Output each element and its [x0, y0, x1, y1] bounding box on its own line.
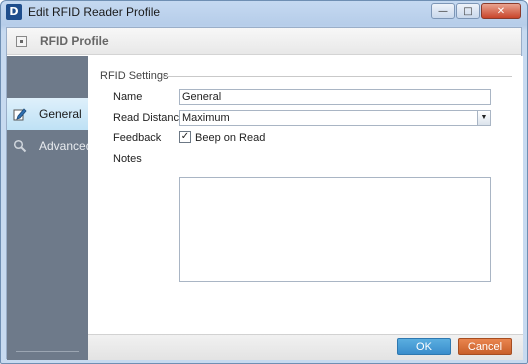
minimize-button[interactable]: — [431, 3, 455, 19]
sidebar: General Advanced [7, 56, 92, 360]
app-logo-icon: D [6, 4, 22, 20]
dialog-client-area: RFID Profile General Advanced RFID Setti… [6, 27, 523, 360]
profile-icon [16, 35, 27, 47]
beep-on-read-checkbox[interactable]: ✓ [179, 131, 191, 143]
window-controls: — □ ✕ [431, 3, 521, 19]
ok-button[interactable]: OK [397, 338, 451, 355]
sidebar-item-label: Advanced [39, 139, 93, 153]
chevron-down-icon[interactable]: ▼ [477, 111, 490, 125]
read-distance-value: Maximum [182, 112, 230, 124]
cancel-button[interactable]: Cancel [458, 338, 512, 355]
dialog-footer: OK Cancel [88, 334, 523, 360]
sidebar-item-general[interactable]: General [7, 98, 88, 130]
feedback-label: Feedback [113, 132, 162, 144]
name-input[interactable]: General [179, 89, 491, 105]
close-icon: ✕ [496, 5, 506, 17]
page-title: RFID Profile [40, 34, 109, 48]
notes-textarea[interactable] [179, 177, 491, 282]
read-distance-label: Read Distance [113, 112, 186, 124]
settings-panel: RFID Settings Name General Read Distance… [88, 56, 523, 334]
sidebar-item-advanced[interactable]: Advanced [7, 130, 92, 162]
sidebar-item-label: General [39, 107, 82, 121]
notes-label: Notes [113, 153, 142, 165]
group-divider [162, 76, 512, 77]
close-button[interactable]: ✕ [481, 3, 521, 19]
window-title: Edit RFID Reader Profile [28, 5, 161, 19]
magnifier-icon [13, 139, 27, 153]
dialog-window: D Edit RFID Reader Profile — □ ✕ RFID Pr… [0, 0, 528, 364]
beep-on-read-label[interactable]: Beep on Read [195, 132, 265, 144]
edit-icon [13, 107, 27, 121]
maximize-icon: □ [463, 5, 473, 17]
checkmark-icon: ✓ [180, 131, 190, 142]
title-bar[interactable]: D Edit RFID Reader Profile — □ ✕ [1, 1, 527, 23]
minimize-icon: — [438, 5, 448, 17]
maximize-button[interactable]: □ [456, 3, 480, 19]
profile-header: RFID Profile [7, 28, 521, 55]
read-distance-select[interactable]: Maximum ▼ [179, 110, 491, 126]
sidebar-divider [16, 351, 79, 352]
group-title: RFID Settings [100, 70, 169, 82]
name-label: Name [113, 91, 143, 103]
